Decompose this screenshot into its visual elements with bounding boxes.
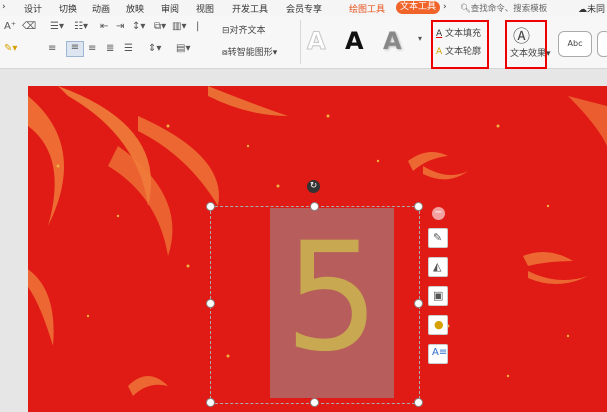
shape-style-preset-partial[interactable] xyxy=(597,31,607,57)
menu-view[interactable]: 视图 xyxy=(196,2,214,15)
shape-outline-icon: ▣ xyxy=(433,289,444,302)
side-fill-button[interactable]: ◭ xyxy=(428,257,448,277)
column-icon[interactable]: ▥▾ xyxy=(172,21,186,32)
menu-design[interactable]: 设计 xyxy=(24,2,42,15)
smart-art-label: 转智能图形 xyxy=(227,48,273,58)
text-fill-button[interactable]: A 文本填充 xyxy=(436,26,481,39)
search-command[interactable]: 🔍︎查找命令、搜索模板 xyxy=(460,2,547,14)
justify-icon[interactable]: ≣ xyxy=(106,43,114,54)
side-text-format-button[interactable]: A≡ xyxy=(428,344,448,364)
fill-bucket-icon: ◭ xyxy=(433,260,442,273)
divider xyxy=(300,20,301,64)
indent-decrease-icon[interactable]: ⇤ xyxy=(100,21,108,32)
align-text-button[interactable]: ⊟对齐文本 xyxy=(222,23,266,36)
resize-handle-bottom-right[interactable] xyxy=(414,398,423,407)
selection-frame[interactable] xyxy=(210,206,420,404)
line-spacing-icon[interactable]: ↕▾ xyxy=(132,21,145,32)
resize-handle-top-left[interactable] xyxy=(206,202,215,211)
menu-scroll-right[interactable]: › xyxy=(443,2,447,12)
align-center-icon[interactable]: ≡ xyxy=(66,41,84,57)
resize-handle-top-right[interactable] xyxy=(414,202,423,211)
brush-icon: ✎ xyxy=(433,231,443,244)
align-right-icon[interactable]: ≡ xyxy=(88,43,96,54)
text-effect-label: 文本效果 xyxy=(510,49,547,59)
paragraph-spacing-icon[interactable]: ⇕▾ xyxy=(148,43,161,54)
text-direction-icon[interactable]: ⧉▾ xyxy=(154,21,166,32)
chevron-down-icon: ▾ xyxy=(272,48,278,58)
collapse-icon[interactable]: − xyxy=(432,207,445,220)
search-icon: 🔍︎ xyxy=(460,4,471,14)
smart-art-button[interactable]: ⧇转智能图形▾ xyxy=(222,45,277,58)
wordart-preset-gray[interactable]: A xyxy=(383,27,402,55)
lightbulb-icon: ● xyxy=(434,318,444,331)
highlight-icon[interactable]: ✎▾ xyxy=(4,43,17,54)
cell-margin-icon[interactable]: ▤▾ xyxy=(176,43,190,54)
cloud-sync-label: 未同 xyxy=(587,5,606,15)
tab-text-tools[interactable]: 文本工具 xyxy=(396,1,440,14)
side-tip-button[interactable]: ● xyxy=(428,315,448,335)
text-fill-label: 文本填充 xyxy=(445,29,482,39)
rotate-icon[interactable]: ↻ xyxy=(307,180,320,193)
menu-member[interactable]: 会员专享 xyxy=(286,2,322,15)
menu-animation[interactable]: 动画 xyxy=(92,2,110,15)
bullet-list-icon[interactable]: ☰▾ xyxy=(50,21,64,32)
align-left-icon[interactable]: ≡ xyxy=(48,43,56,54)
shape-style-preset[interactable]: Abc xyxy=(558,31,592,57)
align-text-icon: ⊟ xyxy=(222,26,230,36)
cloud-icon: ☁ xyxy=(578,5,587,15)
menu-bar: › 设计 切换 动画 放映 审阅 视图 开发工具 会员专享 绘图工具 文本工具 … xyxy=(0,0,607,16)
resize-handle-top[interactable] xyxy=(310,202,319,211)
search-label: 查找命令、搜索模板 xyxy=(470,4,548,14)
separator-icon: | xyxy=(196,21,200,32)
text-fill-icon: A xyxy=(436,29,443,39)
text-format-icon: A≡ xyxy=(432,347,448,358)
menu-scroll-left[interactable]: › xyxy=(2,2,6,12)
menu-slideshow[interactable]: 放映 xyxy=(126,2,144,15)
resize-handle-left[interactable] xyxy=(206,299,215,308)
distribute-icon[interactable]: ☰ xyxy=(124,43,133,54)
text-outline-button[interactable]: A 文本轮廓 xyxy=(436,44,481,57)
numbered-list-icon[interactable]: ☷▾ xyxy=(74,21,88,32)
cloud-sync[interactable]: ☁未同 xyxy=(578,2,605,15)
resize-handle-right[interactable] xyxy=(414,299,423,308)
text-effect-button[interactable]: 文本效果▾ xyxy=(510,46,551,59)
wordart-more-icon[interactable]: ▾ xyxy=(418,34,422,43)
resize-handle-bottom-left[interactable] xyxy=(206,398,215,407)
indent-increase-icon[interactable]: ⇥ xyxy=(116,21,124,32)
text-effect-icon[interactable]: Ⓐ xyxy=(513,22,530,47)
wordart-preset-outline[interactable]: A xyxy=(307,27,327,56)
font-size-up-icon[interactable]: A⁺ xyxy=(4,21,16,32)
menu-transition[interactable]: 切换 xyxy=(59,2,77,15)
menu-developer[interactable]: 开发工具 xyxy=(232,2,268,15)
resize-handle-bottom[interactable] xyxy=(310,398,319,407)
menu-drawing-tools[interactable]: 绘图工具 xyxy=(349,2,385,15)
menu-review[interactable]: 审阅 xyxy=(161,2,179,15)
side-brush-button[interactable]: ✎ xyxy=(428,228,448,248)
side-outline-button[interactable]: ▣ xyxy=(428,286,448,306)
align-text-label: 对齐文本 xyxy=(229,26,266,36)
eraser-icon[interactable]: ⌫ xyxy=(22,21,36,32)
text-outline-label: 文本轮廓 xyxy=(445,47,482,57)
ribbon-toolbar: A⁺ ⌫ ☰▾ ☷▾ ⇤ ⇥ ↕▾ ⧉▾ ▥▾ | ⊟对齐文本 ✎▾ ≡ ≡ ≡… xyxy=(0,16,607,69)
text-outline-icon: A xyxy=(436,47,443,57)
wordart-preset-black[interactable]: A xyxy=(345,27,364,55)
